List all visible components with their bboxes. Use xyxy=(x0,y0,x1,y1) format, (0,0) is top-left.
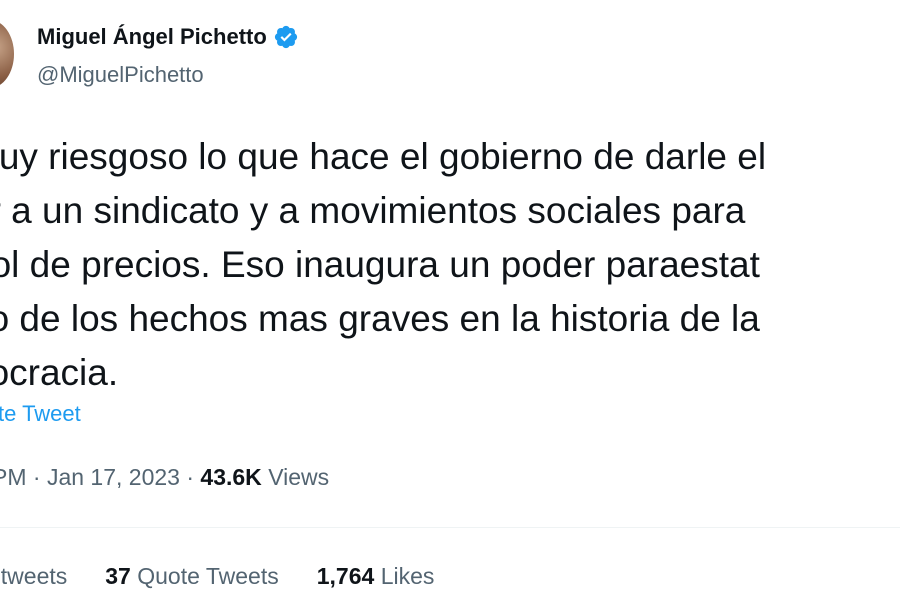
tweet-time[interactable]: PM xyxy=(0,464,27,490)
tweet-meta: PM · Jan 17, 2023 · 43.6K Views xyxy=(0,464,329,491)
views-label: Views xyxy=(268,464,330,490)
tweet-line: nocracia. xyxy=(0,352,119,393)
engagement-stats: etweets 37 Quote Tweets 1,764 Likes xyxy=(0,563,434,590)
views-count: 43.6K xyxy=(200,464,262,490)
quote-tweets-label: Quote Tweets xyxy=(137,563,279,589)
avatar[interactable] xyxy=(0,20,14,88)
author-header: Miguel Ángel Pichetto xyxy=(37,24,299,50)
quote-tweets-count: 37 xyxy=(105,563,131,589)
separator-dot: · xyxy=(32,464,41,490)
retweets-stat[interactable]: etweets xyxy=(0,563,67,590)
separator-dot: · xyxy=(186,464,195,490)
likes-label: Likes xyxy=(380,563,435,589)
tweet-line: muy riesgoso lo que hace el gobierno de … xyxy=(0,136,767,177)
likes-count: 1,764 xyxy=(316,563,375,589)
divider xyxy=(0,527,900,528)
display-name[interactable]: Miguel Ángel Pichetto xyxy=(37,24,267,50)
likes-stat[interactable]: 1,764 Likes xyxy=(317,563,435,590)
retweets-label: etweets xyxy=(0,563,68,589)
tweet-line: er a un sindicato y a movimientos social… xyxy=(0,190,746,231)
verified-badge-icon xyxy=(273,24,299,50)
tweet-date[interactable]: Jan 17, 2023 xyxy=(47,464,180,490)
tweet-text: muy riesgoso lo que hace el gobierno de … xyxy=(0,130,900,400)
author-handle[interactable]: @MiguelPichetto xyxy=(37,62,204,88)
quote-tweets-stat[interactable]: 37 Quote Tweets xyxy=(105,563,278,590)
tweet-line: trol de precios. Eso inaugura un poder p… xyxy=(0,244,760,285)
translate-tweet-link[interactable]: te Tweet xyxy=(0,401,81,427)
tweet-line: no de los hechos mas graves en la histor… xyxy=(0,298,760,339)
